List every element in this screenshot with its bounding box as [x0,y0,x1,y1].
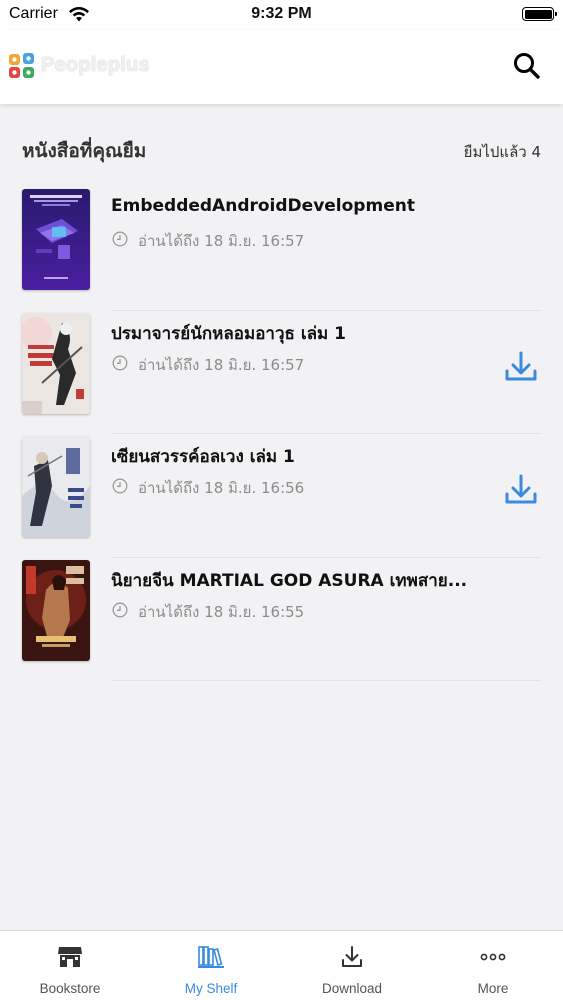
tab-download[interactable]: Download [282,931,422,1000]
clock-icon [112,355,128,370]
more-icon [480,953,506,961]
search-button[interactable] [511,50,543,82]
tab-bookstore[interactable]: Bookstore [0,931,140,1000]
tab-my-shelf[interactable]: My Shelf [141,931,281,1000]
book-cover [22,312,90,414]
download-icon [505,351,537,380]
battery-icon [522,7,557,21]
download-icon [342,946,362,967]
status-bar: Carrier 9:32 PM [0,0,563,30]
list-item[interactable]: EmbeddedAndroidDevelopment อ่านได้ถึง 18… [0,187,563,311]
divider [111,680,541,681]
read-until-text: อ่านได้ถึง 18 มิ.ย. 16:57 [138,232,305,250]
book-cover [22,436,90,537]
clock-icon [112,602,128,617]
logo-text: Peopleplus [41,54,150,76]
read-until-text: อ่านได้ถึง 18 มิ.ย. 16:55 [138,602,305,621]
book-title: นิยายจีน MARTIAL GOD ASURA เทพสาย... [111,570,468,591]
book-title: เซียนสวรรค์อลเวง เล่ม 1 [111,447,295,467]
app-header: Peopleplus [0,30,563,104]
book-cover [22,559,90,661]
tab-label: Download [321,981,383,996]
tab-bar: Bookstore My Shelf Download More [0,930,563,1000]
clock-time: 9:32 PM [251,5,312,22]
my-shelf-content: หนังสือที่คุณยืม ยืมไปแล้ว 4 EmbeddedAnd… [0,104,563,930]
list-item[interactable]: เซียนสวรรค์อลเวง เล่ม 1 อ่านได้ถึง 18 มิ… [0,434,563,558]
book-title: ปรมาจารย์นักหลอมอาวุธ เล่ม 1 [111,323,347,344]
bookshelf-icon [198,946,224,968]
tab-label: My Shelf [184,981,238,996]
logo-icon [9,53,34,78]
book-cover [22,189,90,290]
book-title: EmbeddedAndroidDevelopment [111,196,415,216]
clock-icon [112,231,128,247]
clock-icon [112,478,128,494]
tab-label: Bookstore [39,981,101,996]
tab-label: More [477,981,509,996]
read-until-text: อ่านได้ถึง 18 มิ.ย. 16:57 [138,355,305,374]
borrow-count: ยืมไปแล้ว 4 [463,143,541,161]
store-icon [58,947,82,967]
read-until-text: อ่านได้ถึง 18 มิ.ย. 16:56 [138,479,305,497]
search-icon [514,53,540,79]
section-title: หนังสือที่คุณยืม [22,140,147,162]
download-button[interactable] [503,472,539,508]
list-item[interactable]: ปรมาจารย์นักหลอมอาวุธ เล่ม 1 อ่านได้ถึง … [0,311,563,434]
list-item[interactable]: นิยายจีน MARTIAL GOD ASURA เทพสาย... อ่า… [0,558,563,681]
tab-more[interactable]: More [423,931,563,1000]
borrowed-book-list: EmbeddedAndroidDevelopment อ่านได้ถึง 18… [0,187,563,681]
download-icon [505,474,537,504]
download-button[interactable] [503,349,539,385]
